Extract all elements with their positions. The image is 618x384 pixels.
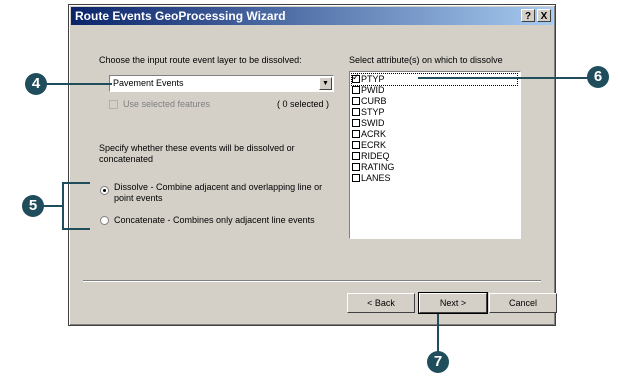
attributes-label: Select attribute(s) on which to dissolve: [349, 55, 503, 65]
checkbox-icon[interactable]: [352, 86, 360, 94]
callout-6-line: [418, 77, 592, 79]
checkbox-icon[interactable]: [352, 141, 360, 149]
checkbox-icon[interactable]: [352, 130, 360, 138]
list-item[interactable]: CURB: [352, 96, 387, 107]
specify-text: Specify whether these events will be dis…: [99, 143, 295, 164]
checkbox-icon[interactable]: [352, 119, 360, 127]
list-item[interactable]: RATING: [352, 162, 394, 173]
attributes-list[interactable]: PTYP PWID CURB STYP SWID ACRK ECRK RIDEQ…: [349, 71, 521, 239]
callout-5: 5: [22, 195, 44, 217]
list-item[interactable]: RIDEQ: [352, 151, 390, 162]
checkbox-icon[interactable]: [352, 152, 360, 160]
checkbox-icon[interactable]: [352, 163, 360, 171]
list-item[interactable]: PWID: [352, 85, 385, 96]
dissolve-radio[interactable]: [100, 186, 109, 195]
callout-4: 4: [25, 73, 47, 95]
callout-7: 7: [427, 351, 449, 373]
checkbox-icon[interactable]: [352, 174, 360, 182]
concatenate-radio[interactable]: [100, 216, 109, 225]
wizard-dialog: Route Events GeoProcessing Wizard ? X Ch…: [68, 4, 557, 326]
list-item[interactable]: ECRK: [352, 140, 386, 151]
checkbox-icon[interactable]: [352, 97, 360, 105]
divider: [83, 280, 541, 282]
chevron-down-icon[interactable]: ▼: [319, 77, 332, 90]
callout-4-line: [42, 83, 112, 85]
use-selected-label: Use selected features: [123, 99, 211, 109]
callout-7-line: [437, 314, 439, 352]
checkbox-icon[interactable]: [352, 108, 360, 116]
concatenate-label: Concatenate - Combines only adjacent lin…: [114, 215, 315, 225]
selected-count: ( 0 selected ): [277, 99, 330, 109]
next-button[interactable]: Next >: [418, 292, 488, 314]
help-button[interactable]: ?: [521, 9, 535, 22]
cancel-button[interactable]: Cancel: [489, 293, 557, 313]
callout-6: 6: [587, 66, 609, 88]
layer-dropdown[interactable]: Pavement Events ▼: [109, 75, 334, 92]
layer-prompt: Choose the input route event layer to be…: [99, 55, 302, 65]
checkbox-icon[interactable]: [352, 72, 360, 83]
list-item[interactable]: PTYP: [351, 72, 518, 86]
use-selected-checkbox[interactable]: [109, 100, 118, 109]
callout-5-bracket-bottom: [62, 228, 90, 230]
back-button[interactable]: < Back: [347, 293, 415, 313]
layer-dropdown-value: Pavement Events: [113, 78, 184, 88]
dialog-title: Route Events GeoProcessing Wizard: [75, 9, 286, 23]
list-item[interactable]: LANES: [352, 173, 391, 184]
close-button[interactable]: X: [537, 9, 551, 22]
list-item[interactable]: ACRK: [352, 129, 386, 140]
callout-5-bracket-top: [62, 182, 90, 184]
dissolve-label: Dissolve - Combine adjacent and overlapp…: [114, 182, 323, 203]
list-item[interactable]: SWID: [352, 118, 385, 129]
title-bar: Route Events GeoProcessing Wizard ? X: [71, 7, 553, 25]
list-item[interactable]: STYP: [352, 107, 385, 118]
